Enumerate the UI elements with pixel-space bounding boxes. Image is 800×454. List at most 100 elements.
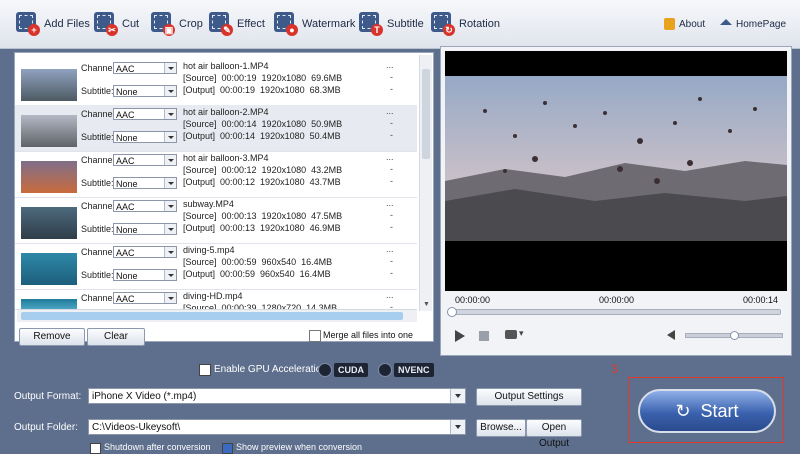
chevron-down-icon[interactable] bbox=[164, 132, 176, 142]
file-name: subway.MP4 bbox=[183, 199, 234, 209]
output-info: [Output] 00:00:19 1920x1080 68.3MB bbox=[183, 85, 341, 95]
source-info: [Source] 00:00:13 1920x1080 47.5MB bbox=[183, 211, 343, 221]
file-list-panel: Channel: AAC Subtitle: None hot air balloon-… bbox=[14, 52, 434, 346]
merge-checkbox[interactable] bbox=[309, 330, 321, 342]
chevron-down-icon[interactable] bbox=[164, 178, 176, 188]
remove-button[interactable]: Remove bbox=[19, 328, 85, 346]
more-icon[interactable]: ... bbox=[386, 106, 394, 116]
output-folder-input[interactable]: C:\Videos-Ukeysoft\ bbox=[88, 419, 466, 435]
snapshot-menu-icon[interactable]: ▾ bbox=[519, 328, 524, 339]
subtitle-select[interactable]: None bbox=[113, 223, 177, 235]
subtitle-select[interactable]: None bbox=[113, 131, 177, 143]
nvidia-logo-icon-2 bbox=[378, 363, 392, 377]
shutdown-checkbox[interactable] bbox=[90, 443, 101, 454]
channel-select[interactable]: AAC bbox=[113, 246, 177, 258]
chevron-down-icon-2[interactable] bbox=[450, 420, 465, 434]
show-preview-checkbox[interactable] bbox=[222, 443, 233, 454]
cut-label: Cut bbox=[122, 18, 140, 30]
more-icon[interactable]: ... bbox=[386, 60, 394, 70]
cut-button[interactable]: ✂ Cut bbox=[94, 10, 139, 38]
subtitle-value: None bbox=[116, 271, 138, 281]
seek-handle[interactable] bbox=[447, 307, 457, 317]
channel-select[interactable]: AAC bbox=[113, 292, 177, 304]
rotation-button[interactable]: ↻ Rotation bbox=[431, 10, 500, 38]
output-info: [Output] 00:00:59 960x540 16.4MB bbox=[183, 269, 331, 279]
subtitle-value: None bbox=[116, 225, 138, 235]
add-files-label: Add Files bbox=[44, 18, 90, 30]
video-thumbnail bbox=[21, 115, 77, 147]
channel-label: Channel: bbox=[81, 247, 118, 257]
channel-select[interactable]: AAC bbox=[113, 200, 177, 212]
homepage-label: HomePage bbox=[736, 18, 787, 30]
start-button[interactable]: ↻ Start bbox=[638, 389, 776, 433]
crop-button[interactable]: ▣ Crop bbox=[151, 10, 203, 38]
clear-button[interactable]: Clear bbox=[87, 328, 145, 346]
merge-label: Merge all files into one bbox=[323, 330, 414, 340]
effect-button[interactable]: ✎ Effect bbox=[209, 10, 265, 38]
file-name: hot air balloon-2.MP4 bbox=[183, 107, 269, 117]
camera-icon[interactable] bbox=[505, 330, 517, 339]
file-row[interactable]: Channel: AAC Subtitle: None hot air balloon-… bbox=[15, 105, 417, 152]
nvidia-logo-icon bbox=[318, 363, 332, 377]
vertical-scrollbar[interactable]: ▼ bbox=[419, 55, 432, 311]
subtitle-icon: T bbox=[359, 12, 383, 36]
row-dash: - bbox=[390, 256, 393, 266]
horizontal-scroll-thumb[interactable] bbox=[21, 312, 403, 320]
chevron-down-icon[interactable] bbox=[164, 247, 176, 257]
chevron-down-icon[interactable] bbox=[164, 155, 176, 165]
chevron-down-icon[interactable] bbox=[164, 224, 176, 234]
scroll-down-arrow-icon[interactable]: ▼ bbox=[423, 301, 430, 308]
rotation-icon: ↻ bbox=[431, 12, 455, 36]
vertical-scroll-thumb[interactable] bbox=[422, 69, 430, 159]
row-dash: - bbox=[390, 72, 393, 82]
open-output-button[interactable]: Open Output bbox=[526, 419, 582, 449]
output-settings-button[interactable]: Output Settings bbox=[476, 388, 582, 406]
channel-label: Channel: bbox=[81, 109, 118, 119]
play-icon[interactable] bbox=[455, 330, 465, 342]
subtitle-select[interactable]: None bbox=[113, 85, 177, 97]
crop-icon: ▣ bbox=[151, 12, 175, 36]
browse-button[interactable]: Browse... bbox=[476, 419, 526, 437]
chevron-down-icon[interactable] bbox=[164, 270, 176, 280]
watermark-button[interactable]: ● Watermark bbox=[274, 10, 355, 38]
video-thumbnail bbox=[21, 253, 77, 285]
subtitle-select[interactable]: None bbox=[113, 177, 177, 189]
add-files-button[interactable]: + Add Files bbox=[16, 10, 90, 38]
subtitle-label: Subtitle: bbox=[81, 270, 114, 280]
homepage-button[interactable]: HomePage bbox=[720, 10, 786, 38]
row-dash-2: - bbox=[390, 176, 393, 186]
channel-select[interactable]: AAC bbox=[113, 154, 177, 166]
volume-handle[interactable] bbox=[730, 331, 739, 340]
channel-select[interactable]: AAC bbox=[113, 62, 177, 74]
more-icon[interactable]: ... bbox=[386, 152, 394, 162]
file-name: diving-HD.mp4 bbox=[183, 291, 243, 301]
file-row[interactable]: Channel: AAC Subtitle: None hot air balloon-… bbox=[15, 59, 417, 106]
horizontal-scrollbar[interactable] bbox=[17, 309, 417, 322]
seek-bar[interactable] bbox=[447, 307, 781, 317]
more-icon[interactable]: ... bbox=[386, 290, 394, 300]
chevron-down-icon[interactable] bbox=[164, 86, 176, 96]
stop-icon[interactable] bbox=[479, 331, 489, 341]
channel-select[interactable]: AAC bbox=[113, 108, 177, 120]
file-row[interactable]: Channel: AAC Subtitle: None subway.MP4 [Sourc… bbox=[15, 197, 417, 244]
more-icon[interactable]: ... bbox=[386, 244, 394, 254]
subtitle-button[interactable]: T Subtitle bbox=[359, 10, 424, 38]
channel-value: AAC bbox=[116, 156, 135, 166]
volume-slider[interactable] bbox=[685, 331, 783, 340]
chevron-down-icon[interactable] bbox=[450, 389, 465, 403]
about-button[interactable]: About bbox=[664, 10, 705, 38]
file-row[interactable]: Channel: AAC Subtitle: None hot air balloon-… bbox=[15, 151, 417, 198]
file-row[interactable]: Channel: AAC Subtitle: None diving-5.mp4 [Sou… bbox=[15, 243, 417, 290]
file-row[interactable]: Channel: AAC diving-HD.mp4 [Source] 00:00:3… bbox=[15, 289, 417, 313]
chevron-down-icon[interactable] bbox=[164, 109, 176, 119]
chevron-down-icon[interactable] bbox=[164, 293, 176, 303]
subtitle-select[interactable]: None bbox=[113, 269, 177, 281]
subtitle-label: Subtitle: bbox=[81, 132, 114, 142]
more-icon[interactable]: ... bbox=[386, 198, 394, 208]
gpu-checkbox[interactable] bbox=[199, 364, 211, 376]
row-dash-2: - bbox=[390, 268, 393, 278]
chevron-down-icon[interactable] bbox=[164, 63, 176, 73]
volume-icon[interactable] bbox=[667, 330, 675, 340]
chevron-down-icon[interactable] bbox=[164, 201, 176, 211]
output-format-select[interactable]: iPhone X Video (*.mp4) bbox=[88, 388, 466, 404]
